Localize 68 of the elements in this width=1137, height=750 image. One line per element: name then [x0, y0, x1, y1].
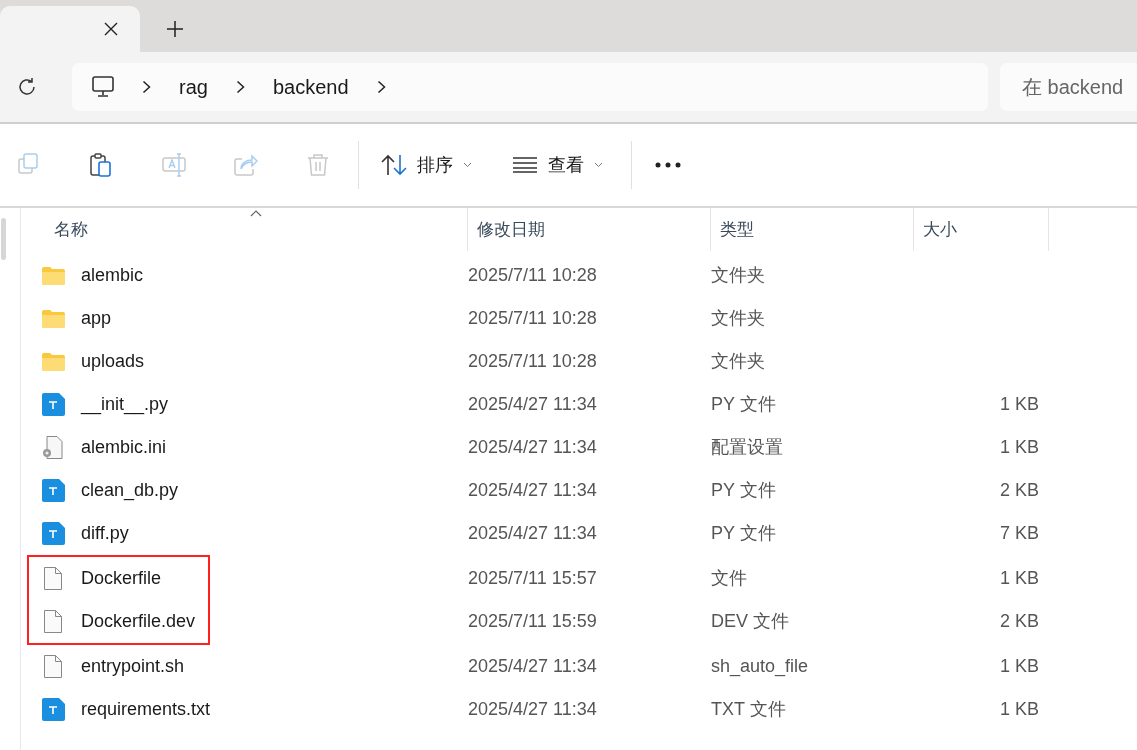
file-size: 2 KB: [999, 479, 1039, 502]
modified-date: 2025/7/11 10:28: [468, 264, 598, 287]
file-type: 文件夹: [711, 350, 766, 373]
paste-icon: [90, 153, 114, 177]
modified-date: 2025/4/27 11:34: [468, 393, 598, 416]
column-header[interactable]: 类型: [720, 216, 754, 243]
folder-icon: [41, 266, 65, 285]
chevron-right-icon: [142, 80, 151, 94]
blank-file-icon: [44, 567, 62, 590]
file-type: 配置设置: [711, 436, 784, 459]
modified-date: 2025/4/27 11:34: [468, 655, 598, 678]
search-field[interactable]: 在 backend: [1000, 63, 1137, 111]
column-header[interactable]: 大小: [923, 216, 957, 243]
close-icon[interactable]: [104, 22, 118, 36]
file-type: PY 文件: [711, 522, 777, 545]
file-size: 1 KB: [999, 567, 1039, 590]
chevron-right-icon: [235, 80, 245, 94]
share-icon: [234, 153, 258, 177]
text-file-icon: [41, 698, 65, 721]
modified-date: 2025/7/11 15:59: [468, 610, 598, 633]
file-size: 1 KB: [999, 698, 1039, 721]
caret-icon: [594, 162, 603, 168]
file-type: TXT 文件: [711, 698, 787, 721]
column-header[interactable]: 名称: [54, 216, 88, 243]
monitor-icon: [92, 76, 114, 98]
breadcrumb-item[interactable]: backend: [272, 72, 349, 102]
file-type: PY 文件: [711, 393, 777, 416]
file-size: 2 KB: [999, 610, 1039, 633]
modified-date: 2025/7/11 10:28: [468, 350, 598, 373]
folder-icon: [41, 352, 65, 371]
file-size: 1 KB: [999, 393, 1039, 416]
text-file-icon: [41, 522, 65, 545]
modified-date: 2025/7/11 10:28: [468, 307, 598, 330]
column-header[interactable]: 修改日期: [477, 216, 545, 243]
file-type: 文件: [711, 567, 748, 590]
caret-icon: [463, 162, 472, 168]
modified-date: 2025/4/27 11:34: [468, 436, 598, 459]
breadcrumb-item[interactable]: rag: [179, 72, 208, 102]
address-bar[interactable]: rag backend: [72, 63, 988, 111]
file-type: DEV 文件: [711, 610, 790, 633]
modified-date: 2025/4/27 11:34: [468, 479, 598, 502]
rename-icon: [162, 153, 186, 177]
text-file-icon: [41, 479, 65, 502]
sort-ascending-icon: [250, 210, 262, 217]
blank-file-icon: [44, 610, 62, 633]
blank-file-icon: [44, 655, 62, 678]
view-button[interactable]: 查看: [512, 151, 603, 179]
file-type: 文件夹: [711, 264, 766, 287]
new-tab-icon[interactable]: [167, 21, 183, 37]
settings-file-icon: [42, 436, 64, 459]
file-size: 7 KB: [999, 522, 1039, 545]
trash-icon: [306, 153, 330, 177]
more-icon[interactable]: [655, 162, 681, 168]
file-type: sh_auto_file: [711, 655, 810, 679]
sort-icon: [381, 154, 407, 176]
file-size: 1 KB: [999, 655, 1039, 678]
chevron-right-icon: [376, 80, 386, 94]
modified-date: 2025/4/27 11:34: [468, 522, 598, 545]
sort-button[interactable]: 排序: [381, 151, 472, 179]
file-type: PY 文件: [711, 479, 777, 502]
modified-date: 2025/7/11 15:57: [468, 567, 598, 590]
modified-date: 2025/4/27 11:34: [468, 698, 598, 721]
text-file-icon: [41, 393, 65, 416]
folder-icon: [41, 309, 65, 328]
file-type: 文件夹: [711, 307, 766, 330]
refresh-icon[interactable]: [17, 77, 37, 97]
list-icon: [512, 157, 538, 173]
file-size: 1 KB: [999, 436, 1039, 459]
